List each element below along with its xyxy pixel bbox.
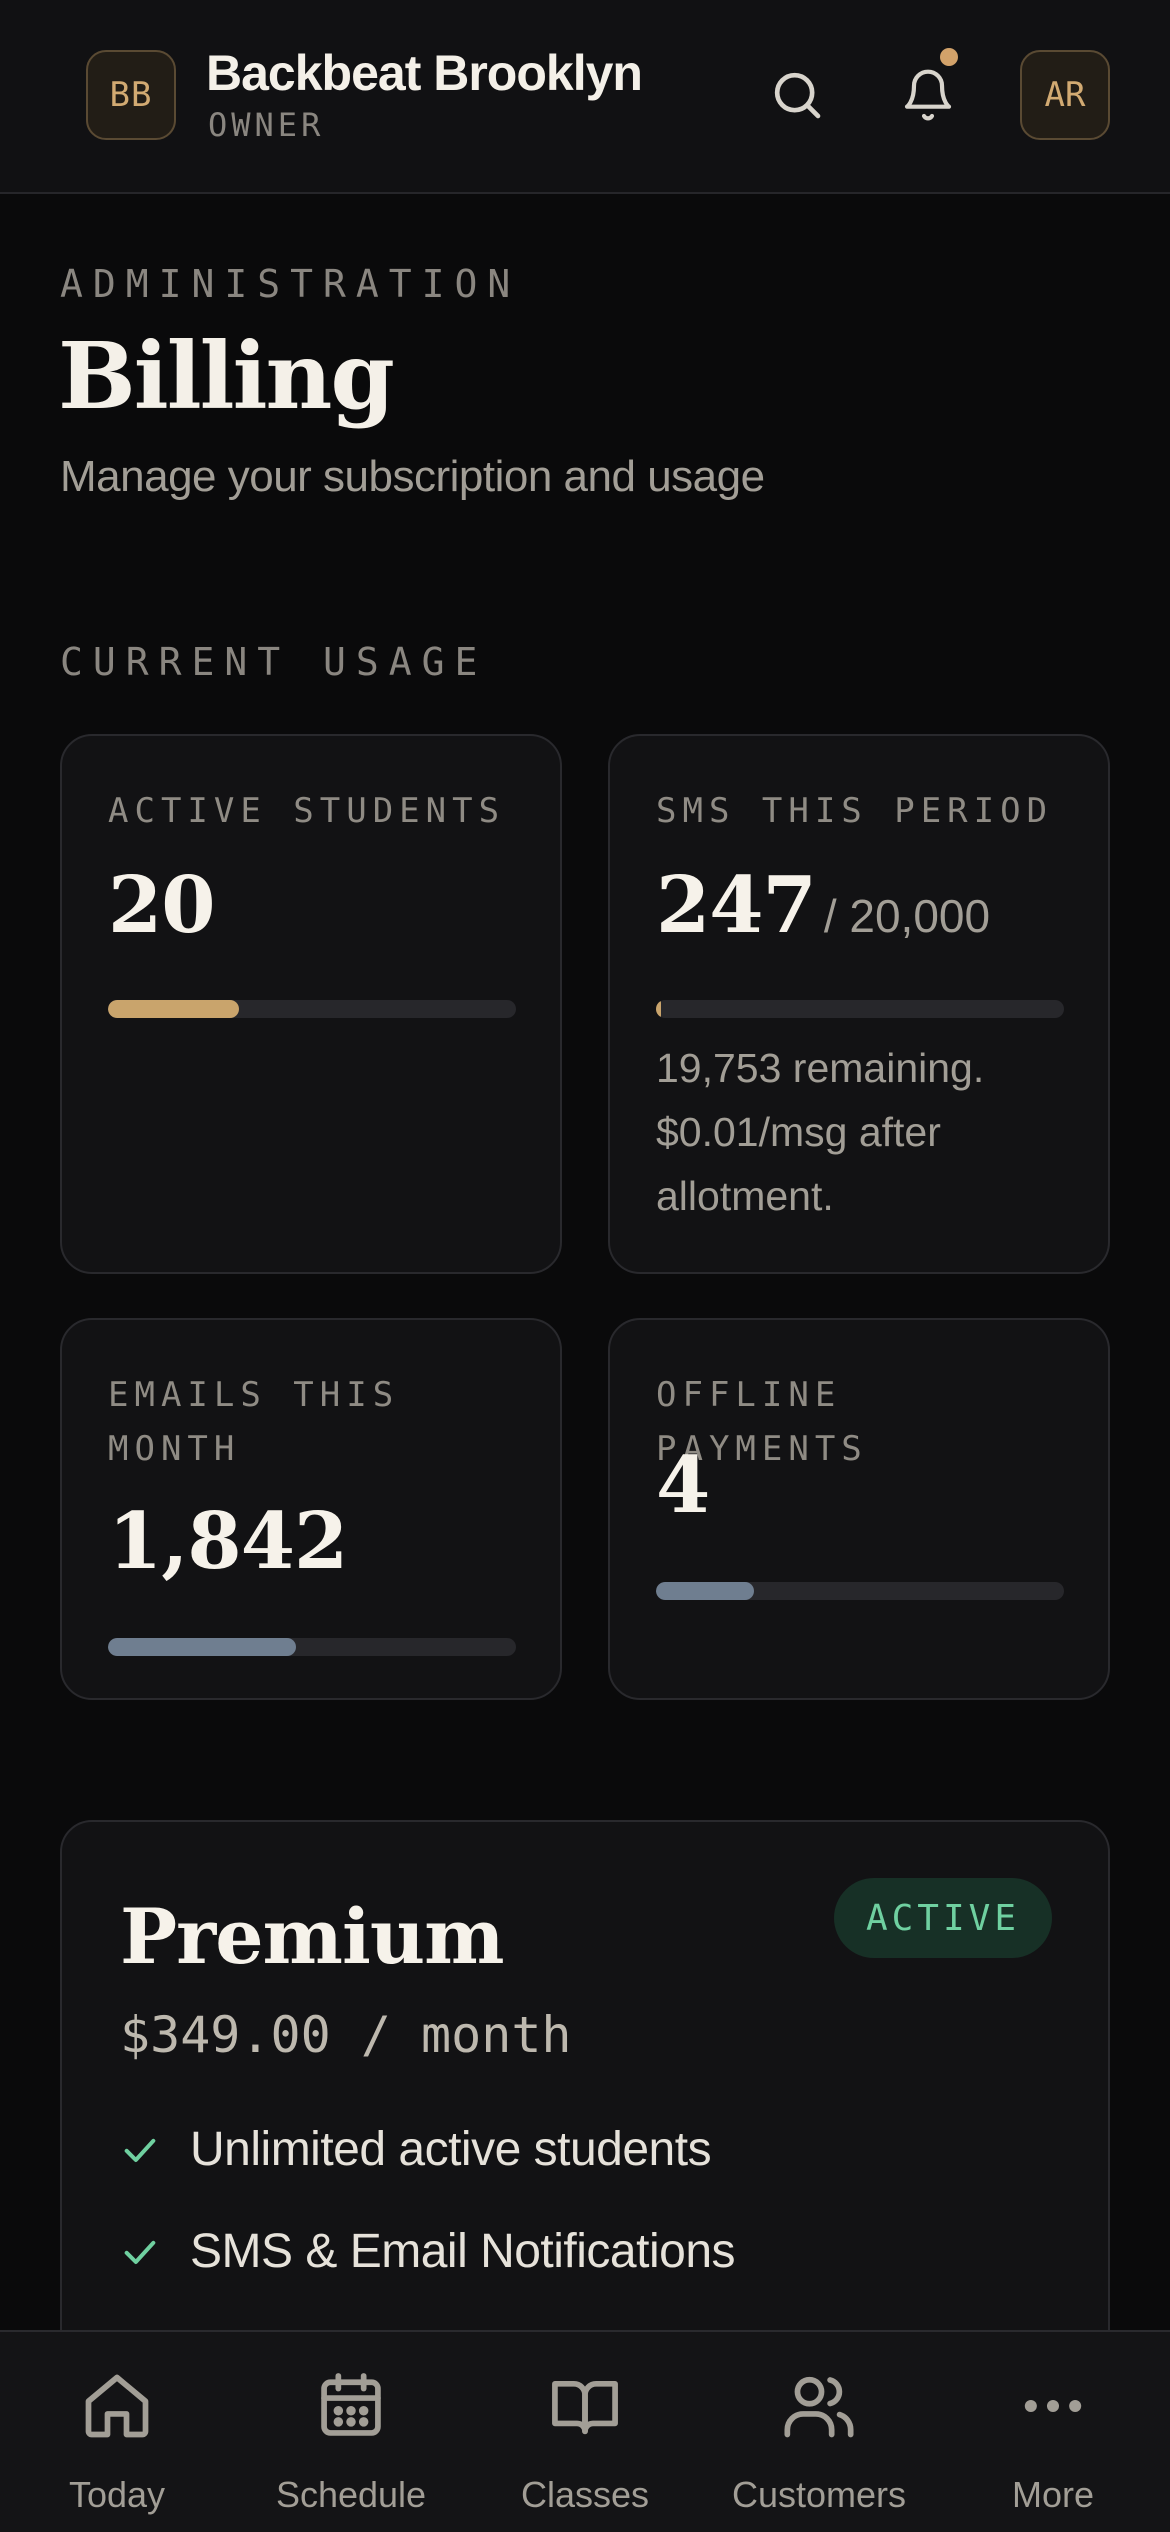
book-icon	[543, 2364, 627, 2448]
tab-label: Schedule	[275, 2474, 427, 2515]
usage-card-note: 19,753 remaining. $0.01/msg after allotm…	[656, 1045, 985, 1219]
usage-card-label: EMAILS THIS MONTH	[108, 1375, 400, 1469]
plan-feature: SMS & Email Notifications	[120, 2224, 736, 2279]
usage-card-limit: / 20,000	[823, 890, 991, 942]
plan-status-badge: ACTIVE	[833, 1878, 1052, 1958]
org-name[interactable]: Backbeat Brooklyn	[206, 44, 643, 102]
plan-feature-label: Unlimited active students	[190, 2123, 712, 2176]
usage-progress-track	[656, 1582, 1064, 1600]
usage-progress-track	[108, 1000, 516, 1018]
usage-progress-fill	[656, 1582, 754, 1600]
tab-classes[interactable]: Classes	[468, 2332, 702, 2532]
home-icon	[75, 2364, 159, 2448]
usage-card-label: ACTIVE STUDENTS	[108, 791, 506, 831]
tab-customers[interactable]: Customers	[702, 2332, 936, 2532]
usage-card-sms: SMS THIS PERIOD 247/ 20,000 19,753 remai…	[608, 734, 1110, 1274]
usage-card-active-students: ACTIVE STUDENTS 20	[60, 734, 562, 1274]
usage-section-label: CURRENT USAGE	[60, 640, 488, 684]
page-subtitle: Manage your subscription and usage	[60, 452, 765, 501]
tab-today[interactable]: Today	[0, 2332, 234, 2532]
org-badge[interactable]: BB	[86, 50, 176, 140]
tab-label: Classes	[520, 2474, 650, 2515]
plan-feature-label: SMS & Email Notifications	[190, 2225, 736, 2278]
more-icon	[1011, 2364, 1095, 2448]
plan-price: $349.00 / month	[120, 2006, 572, 2064]
search-icon	[774, 72, 821, 119]
tab-label: More	[1011, 2474, 1095, 2515]
notifications-button[interactable]	[893, 60, 963, 130]
usage-progress-fill	[108, 1000, 239, 1018]
usage-card-offline-payments: OFFLINE PAYMENTS 4	[608, 1318, 1110, 1700]
bell-icon	[904, 69, 952, 121]
search-button[interactable]	[762, 60, 832, 130]
usage-card-value: 1,842	[108, 1496, 348, 1587]
check-icon	[124, 2138, 156, 2162]
tab-label: Today	[68, 2474, 166, 2515]
plan-feature: Unlimited active students	[120, 2122, 712, 2177]
usage-card-value: 247/ 20,000	[656, 860, 991, 951]
usage-progress-fill	[108, 1638, 296, 1656]
usage-card-value: 4	[656, 1440, 710, 1531]
tab-more[interactable]: More	[936, 2332, 1170, 2532]
plan-name: Premium	[120, 1892, 505, 1981]
page-eyebrow: ADMINISTRATION	[60, 262, 521, 306]
usage-progress-fill	[656, 1000, 661, 1018]
page-title: Billing	[58, 322, 395, 430]
app-header: BB Backbeat Brooklyn OWNER AR	[0, 0, 1170, 194]
user-avatar[interactable]: AR	[1020, 50, 1110, 140]
org-role: OWNER	[208, 106, 325, 144]
tab-schedule[interactable]: Schedule	[234, 2332, 468, 2532]
calendar-icon	[309, 2364, 393, 2448]
usage-progress-track	[108, 1638, 516, 1656]
usage-card-label: SMS THIS PERIOD	[656, 791, 1054, 831]
bottom-tab-bar: Today Schedule Classes Customers More	[0, 2330, 1170, 2532]
check-icon	[124, 2240, 156, 2264]
usage-card-value: 20	[108, 860, 216, 951]
tab-label: Customers	[731, 2474, 907, 2515]
usage-card-emails: EMAILS THIS MONTH 1,842	[60, 1318, 562, 1700]
notification-dot	[940, 48, 958, 66]
usage-progress-track	[656, 1000, 1064, 1018]
usage-card-label: OFFLINE PAYMENTS	[656, 1375, 868, 1469]
users-icon	[777, 2364, 861, 2448]
